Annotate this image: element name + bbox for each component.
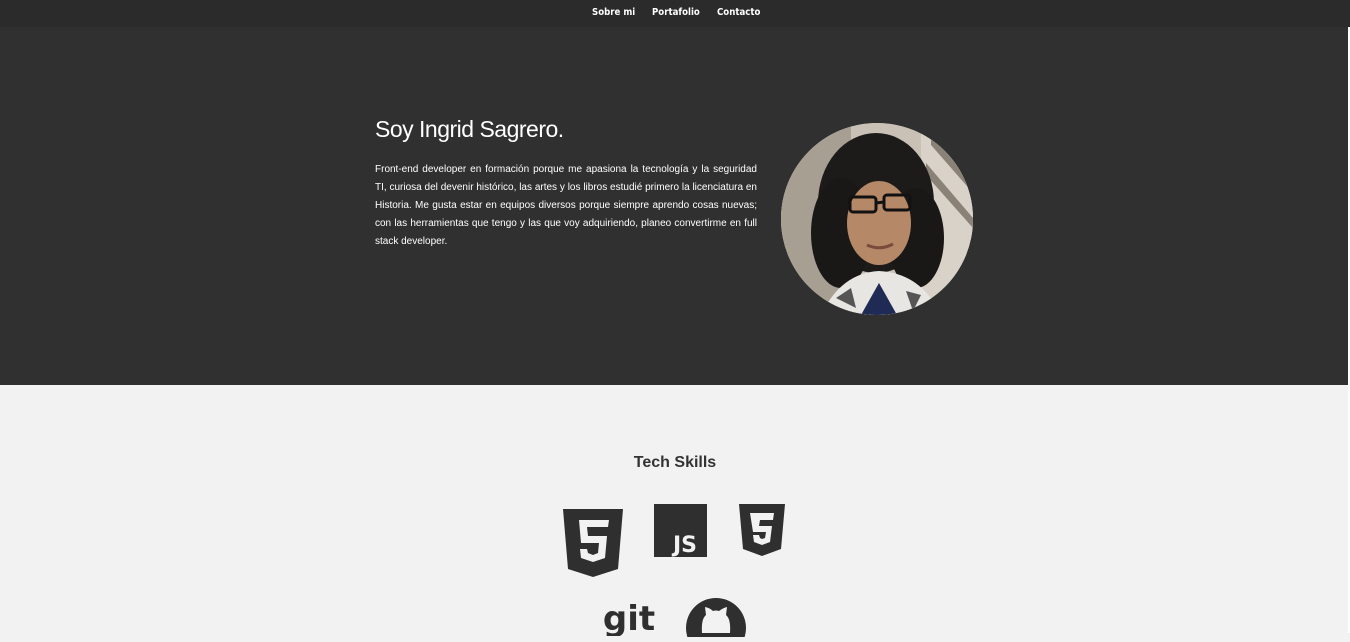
git-icon: git [601,596,657,641]
tech-skills-title: Tech Skills [633,454,717,471]
hero-section: Soy Ingrid Sagrero. Front-end developer … [0,27,1348,385]
hero-description: Front-end developer en formación porque … [375,164,757,247]
html5-icon [563,509,623,582]
top-navbar: Sobre mi Portafolio Contacto [0,0,1350,27]
github-icon [686,597,748,642]
nav-link-sobre-mi[interactable]: Sobre mi [592,7,635,18]
hero-title: Soy Ingrid Sagrero. [375,116,564,142]
git-label: git [603,599,655,636]
js-label: JS [671,533,697,557]
javascript-icon: JS [654,504,707,562]
profile-photo-illustration [781,123,973,315]
css3-icon [739,504,785,561]
nav-link-contacto[interactable]: Contacto [717,7,760,18]
nav-link-portafolio[interactable]: Portafolio [652,7,700,18]
profile-photo [781,123,973,315]
